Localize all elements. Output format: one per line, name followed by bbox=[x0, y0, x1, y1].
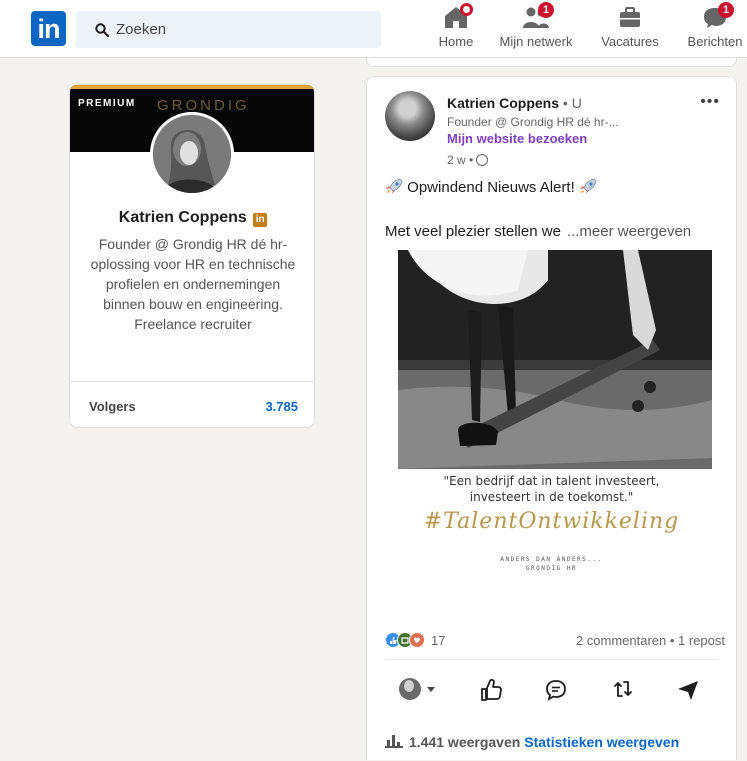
messages-icon: 1 bbox=[701, 2, 734, 30]
post-photo bbox=[398, 250, 712, 469]
image-tagline: ANDERS DAN ANDERS... GRONDIG HR bbox=[367, 555, 736, 573]
profile-name[interactable]: Katrien Coppens in bbox=[70, 209, 314, 227]
notification-badge: 1 bbox=[718, 2, 734, 18]
divider bbox=[385, 659, 718, 660]
post-image[interactable]: "Een bedrijf dat in talent investeert, i… bbox=[367, 249, 736, 619]
image-quote-line2: investeert in de toekomst." bbox=[469, 490, 634, 504]
premium-label: PREMIUM bbox=[78, 98, 136, 109]
nav-label: Berichten bbox=[687, 34, 743, 49]
image-quote-line1: "Een bedrijf dat in talent investeert, bbox=[443, 474, 660, 488]
nav-label: Home bbox=[438, 34, 474, 49]
repost-button[interactable] bbox=[610, 669, 636, 709]
rocket-icon bbox=[386, 178, 403, 194]
previous-post-edge bbox=[366, 58, 737, 67]
like-button[interactable] bbox=[478, 669, 504, 709]
notification-badge: 1 bbox=[538, 2, 554, 18]
image-tagline-line1: ANDERS DAN ANDERS... bbox=[500, 556, 603, 563]
impressions-row: 1.441 weergaven Statistieken weergeven bbox=[385, 734, 679, 750]
briefcase-icon bbox=[616, 4, 644, 30]
comment-button[interactable] bbox=[543, 669, 569, 709]
profile-headline: Founder @ Grondig HR dé hr-oplossing voo… bbox=[90, 236, 296, 332]
notification-badge bbox=[460, 3, 473, 16]
image-quote: "Een bedrijf dat in talent investeert, i… bbox=[367, 473, 736, 505]
author-avatar[interactable] bbox=[385, 91, 435, 141]
post-time: 2 w • bbox=[447, 153, 489, 167]
home-icon bbox=[442, 3, 473, 30]
linkedin-logo[interactable]: in bbox=[31, 11, 66, 46]
send-icon bbox=[678, 681, 698, 700]
nav-my-network[interactable]: 1 Mijn netwerk bbox=[488, 2, 584, 54]
followers-label: Volgers bbox=[89, 399, 136, 414]
post-text-line1-value: Opwindend Nieuws Alert! bbox=[407, 179, 575, 196]
like-icon bbox=[481, 679, 502, 701]
author-name-text: Katrien Coppens bbox=[447, 95, 560, 111]
views-count: 1.441 weergaven bbox=[409, 734, 521, 750]
website-link[interactable]: Mijn website bezoeken bbox=[447, 131, 587, 146]
more-options-button[interactable]: ••• bbox=[700, 93, 720, 111]
author-headline: Founder @ Grondig HR dé hr-... bbox=[447, 115, 619, 129]
top-navigation: in Home 1 Mijn netwerk Vacatures 1 Be bbox=[0, 0, 747, 58]
banner-brand: GRONDIG bbox=[157, 97, 250, 114]
comments-reposts[interactable]: 2 commentaren • 1 repost bbox=[576, 633, 725, 648]
connection-degree: • U bbox=[559, 95, 582, 111]
followers-row[interactable]: Volgers 3.785 bbox=[70, 381, 314, 427]
profile-name-text: Katrien Coppens bbox=[118, 209, 247, 226]
profile-card: PREMIUM GRONDIG Katrien Coppens in Found… bbox=[69, 84, 315, 428]
post-actions bbox=[367, 669, 736, 709]
post-time-text: 2 w • bbox=[447, 153, 474, 167]
search-icon bbox=[95, 23, 109, 37]
post-text-line1: Opwindend Nieuws Alert! bbox=[385, 178, 597, 196]
image-hashtag: #TalentOntwikkeling bbox=[423, 509, 680, 534]
reaction-count[interactable]: 17 bbox=[431, 633, 445, 648]
globe-icon bbox=[476, 154, 489, 166]
network-icon: 1 bbox=[522, 2, 554, 30]
send-button[interactable] bbox=[675, 669, 701, 709]
author-name[interactable]: Katrien Coppens • U bbox=[447, 95, 582, 111]
analytics-icon bbox=[385, 735, 403, 748]
react-as-selector[interactable] bbox=[397, 669, 445, 709]
rocket-icon bbox=[579, 178, 597, 194]
search-bar[interactable] bbox=[76, 11, 381, 48]
comment-icon bbox=[546, 680, 566, 701]
post-text-line2: Met veel plezier stellen we ...meer weerg… bbox=[385, 223, 691, 240]
post-text-line2-value: Met veel plezier stellen we bbox=[385, 223, 561, 240]
search-input[interactable] bbox=[116, 11, 366, 48]
nav-label: Vacatures bbox=[601, 34, 659, 49]
followers-count: 3.785 bbox=[265, 399, 298, 414]
reactions-bar: 17 2 commentaren • 1 repost bbox=[385, 631, 725, 651]
nav-label: Mijn netwerk bbox=[499, 34, 573, 49]
repost-icon bbox=[614, 681, 632, 697]
nav-jobs[interactable]: Vacatures bbox=[594, 4, 666, 54]
see-more-link[interactable]: ...meer weergeven bbox=[567, 223, 691, 240]
feed-post: Katrien Coppens • U Founder @ Grondig HR… bbox=[366, 76, 737, 760]
reaction-icons[interactable] bbox=[385, 632, 429, 648]
image-tagline-line2: GRONDIG HR bbox=[525, 565, 578, 572]
view-statistics-link[interactable]: Statistieken weergeven bbox=[524, 734, 679, 750]
linkedin-premium-icon: in bbox=[253, 213, 268, 227]
profile-avatar[interactable] bbox=[150, 112, 234, 196]
nav-home[interactable]: Home bbox=[433, 3, 479, 54]
nav-messages[interactable]: 1 Berichten bbox=[684, 2, 746, 54]
